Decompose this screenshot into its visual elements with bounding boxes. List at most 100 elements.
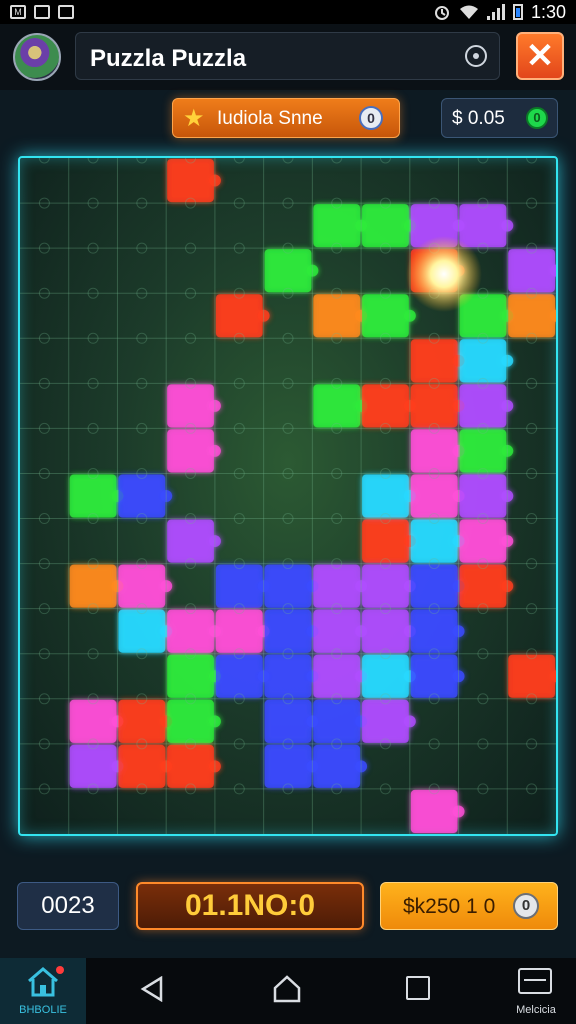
- target-icon[interactable]: [465, 45, 487, 67]
- puzzle-piece[interactable]: [167, 609, 214, 653]
- puzzle-piece[interactable]: [362, 474, 409, 518]
- puzzle-piece[interactable]: [264, 699, 312, 743]
- nav-home-tab[interactable]: BHBOLIE: [0, 958, 86, 1024]
- puzzle-piece[interactable]: [508, 654, 555, 698]
- puzzle-piece[interactable]: [118, 474, 166, 518]
- puzzle-piece[interactable]: [459, 519, 507, 563]
- money-badge[interactable]: $ 0.05 0: [441, 98, 558, 138]
- m-notification-icon: M: [10, 5, 26, 19]
- puzzle-piece[interactable]: [362, 564, 409, 608]
- puzzle-piece[interactable]: [167, 159, 214, 203]
- puzzle-piece[interactable]: [410, 339, 458, 383]
- bonus-button[interactable]: $k250 1 0 0: [380, 882, 558, 930]
- frog-avatar-icon[interactable]: [13, 33, 61, 81]
- grid-knob: [379, 158, 391, 164]
- notification-dot: [56, 966, 64, 974]
- title-bar: Puzzla Puzzla: [75, 32, 500, 80]
- puzzle-piece[interactable]: [508, 294, 555, 338]
- recent-apps-icon[interactable]: [406, 976, 430, 1000]
- puzzle-piece[interactable]: [69, 744, 117, 788]
- clock-time: 1:30: [530, 1, 566, 22]
- puzzle-piece[interactable]: [264, 744, 312, 788]
- puzzle-piece[interactable]: [118, 744, 166, 788]
- puzzle-piece[interactable]: [167, 519, 214, 563]
- puzzle-piece[interactable]: [118, 564, 166, 608]
- star-icon: ★: [183, 105, 205, 132]
- puzzle-piece[interactable]: [362, 519, 409, 563]
- grid-knob: [526, 158, 538, 164]
- puzzle-piece[interactable]: [264, 609, 312, 653]
- puzzle-piece[interactable]: [313, 294, 361, 338]
- grid-knob: [282, 158, 294, 164]
- puzzle-piece[interactable]: [410, 654, 458, 698]
- puzzle-piece[interactable]: [459, 204, 507, 248]
- nav-home-label: BHBOLIE: [19, 1004, 67, 1016]
- puzzle-piece[interactable]: [264, 654, 312, 698]
- home-circle-icon[interactable]: [272, 974, 302, 1004]
- nav-menu-label: Melcicia: [516, 1004, 556, 1016]
- puzzle-piece[interactable]: [410, 519, 458, 563]
- puzzle-piece[interactable]: [313, 204, 361, 248]
- puzzle-piece[interactable]: [362, 609, 409, 653]
- grid-knob: [428, 158, 440, 164]
- home-icon: [28, 967, 58, 997]
- puzzle-piece[interactable]: [362, 204, 409, 248]
- puzzle-piece[interactable]: [264, 249, 312, 293]
- puzzle-piece[interactable]: [118, 609, 166, 653]
- puzzle-piece[interactable]: [118, 699, 166, 743]
- grid-knob: [38, 158, 50, 164]
- battery-icon: [512, 4, 523, 20]
- puzzle-board[interactable]: [18, 156, 558, 836]
- puzzle-board-canvas[interactable]: [20, 158, 556, 834]
- puzzle-piece[interactable]: [410, 789, 458, 833]
- sparkle-icon: [406, 236, 482, 312]
- puzzle-piece[interactable]: [167, 654, 214, 698]
- puzzle-piece[interactable]: [362, 294, 409, 338]
- puzzle-piece[interactable]: [167, 429, 214, 473]
- status-bar: M 1:30: [0, 0, 576, 24]
- puzzle-piece[interactable]: [313, 384, 361, 428]
- menu-icon[interactable]: [518, 968, 552, 994]
- money-value: $ 0.05: [452, 108, 505, 129]
- puzzle-piece[interactable]: [313, 654, 361, 698]
- page-title: Puzzla Puzzla: [90, 45, 247, 72]
- photo-notification-icon: [58, 5, 74, 19]
- puzzle-piece[interactable]: [313, 564, 361, 608]
- puzzle-piece[interactable]: [459, 564, 507, 608]
- puzzle-piece[interactable]: [410, 384, 458, 428]
- puzzle-piece[interactable]: [215, 654, 263, 698]
- puzzle-piece[interactable]: [508, 249, 555, 293]
- puzzle-piece[interactable]: [215, 294, 263, 338]
- puzzle-piece[interactable]: [69, 699, 117, 743]
- puzzle-piece[interactable]: [167, 744, 214, 788]
- signal-icon: [486, 4, 505, 20]
- puzzle-piece[interactable]: [69, 474, 117, 518]
- puzzle-piece[interactable]: [362, 384, 409, 428]
- bonus-coin-icon: 0: [513, 893, 539, 919]
- level-badge[interactable]: ★ Iudiola Snne 0: [172, 98, 400, 138]
- bonus-value: $k250 1 0: [403, 895, 496, 918]
- level-coin-icon: 0: [359, 106, 383, 130]
- puzzle-piece[interactable]: [313, 744, 361, 788]
- close-button[interactable]: ✕: [516, 32, 564, 80]
- puzzle-piece[interactable]: [410, 564, 458, 608]
- puzzle-piece[interactable]: [362, 699, 409, 743]
- back-icon[interactable]: [140, 976, 166, 1002]
- puzzle-piece[interactable]: [69, 564, 117, 608]
- puzzle-piece[interactable]: [410, 609, 458, 653]
- puzzle-piece[interactable]: [313, 609, 361, 653]
- puzzle-piece[interactable]: [459, 339, 507, 383]
- puzzle-piece[interactable]: [215, 564, 263, 608]
- puzzle-piece[interactable]: [459, 474, 507, 518]
- puzzle-piece[interactable]: [215, 609, 263, 653]
- puzzle-piece[interactable]: [167, 699, 214, 743]
- puzzle-piece[interactable]: [167, 384, 214, 428]
- puzzle-piece[interactable]: [362, 654, 409, 698]
- puzzle-piece[interactable]: [264, 564, 312, 608]
- puzzle-piece[interactable]: [410, 429, 458, 473]
- puzzle-piece[interactable]: [410, 474, 458, 518]
- grid-knob: [331, 158, 343, 164]
- puzzle-piece[interactable]: [459, 384, 507, 428]
- puzzle-piece[interactable]: [459, 429, 507, 473]
- puzzle-piece[interactable]: [313, 699, 361, 743]
